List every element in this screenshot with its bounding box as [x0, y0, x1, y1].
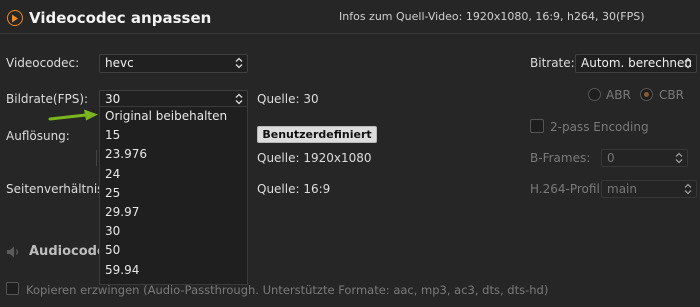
framerate-dropdown-list[interactable]: Original beibehalten 15 23.976 24 25 29.… [99, 106, 248, 285]
aspect-source: Quelle: 16:9 [257, 182, 331, 196]
two-pass-label: 2-pass Encoding [550, 120, 649, 134]
videocodec-value: hevc [105, 56, 134, 70]
framerate-label: Bildrate(FPS): [6, 92, 89, 106]
videocodec-select[interactable]: hevc [99, 54, 248, 73]
passthrough-checkbox[interactable] [6, 282, 19, 295]
abr-label: ABR [606, 88, 631, 102]
profile-label: H.264-Profil: [530, 182, 604, 196]
play-circle-icon [7, 10, 23, 26]
dropdown-option[interactable]: 23.976 [100, 145, 247, 164]
resolution-label: Auflösung: [6, 129, 70, 143]
chevron-updown-icon [235, 57, 243, 69]
dropdown-option[interactable]: 30 [100, 222, 247, 241]
cbr-radio[interactable] [640, 88, 653, 101]
custom-resolution-button[interactable]: Benutzerdefiniert [257, 126, 377, 143]
aspect-label: Seitenverhältnis: [6, 182, 108, 196]
resolution-source: Quelle: 1920x1080 [257, 151, 372, 165]
framerate-source: Quelle: 30 [257, 92, 319, 106]
dropdown-option[interactable]: 59.94 [100, 261, 247, 280]
bframes-select[interactable]: 0 [601, 149, 688, 167]
chevron-updown-icon [684, 57, 692, 69]
dropdown-option[interactable]: 29.97 [100, 203, 247, 222]
speaker-icon [7, 246, 19, 258]
source-video-info: Infos zum Quell-Video: 1920x1080, 16:9, … [339, 10, 645, 23]
bframes-value: 0 [607, 151, 615, 165]
dropdown-option[interactable]: 60 [100, 280, 247, 284]
header-divider [0, 33, 700, 34]
passthrough-label: Kopieren erzwingen (Audio-Passthrough. U… [26, 283, 549, 297]
profile-select[interactable]: main [601, 180, 697, 198]
dialog-title: Videocodec anpassen [29, 9, 212, 27]
framerate-value: 30 [105, 92, 121, 106]
dropdown-option[interactable]: Original beibehalten [100, 107, 247, 126]
cbr-label: CBR [659, 88, 684, 102]
dropdown-option[interactable]: 24 [100, 165, 247, 184]
bframes-label: B-Frames: [530, 151, 591, 165]
chevron-updown-icon [235, 93, 243, 105]
dropdown-option[interactable]: 25 [100, 184, 247, 203]
profile-value: main [607, 182, 637, 196]
two-pass-checkbox[interactable] [530, 119, 544, 133]
dropdown-option[interactable]: 15 [100, 126, 247, 145]
bitrate-select[interactable]: Autom. berechnen [575, 54, 697, 73]
bitrate-label: Bitrate: [530, 56, 575, 70]
chevron-updown-icon [684, 183, 692, 195]
videocodec-label: Videocodec: [6, 56, 80, 70]
annotation-arrow-icon [48, 109, 98, 121]
abr-radio[interactable] [588, 88, 601, 101]
chevron-updown-icon [675, 152, 683, 164]
dropdown-option[interactable]: 50 [100, 241, 247, 260]
bitrate-value: Autom. berechnen [581, 56, 693, 70]
